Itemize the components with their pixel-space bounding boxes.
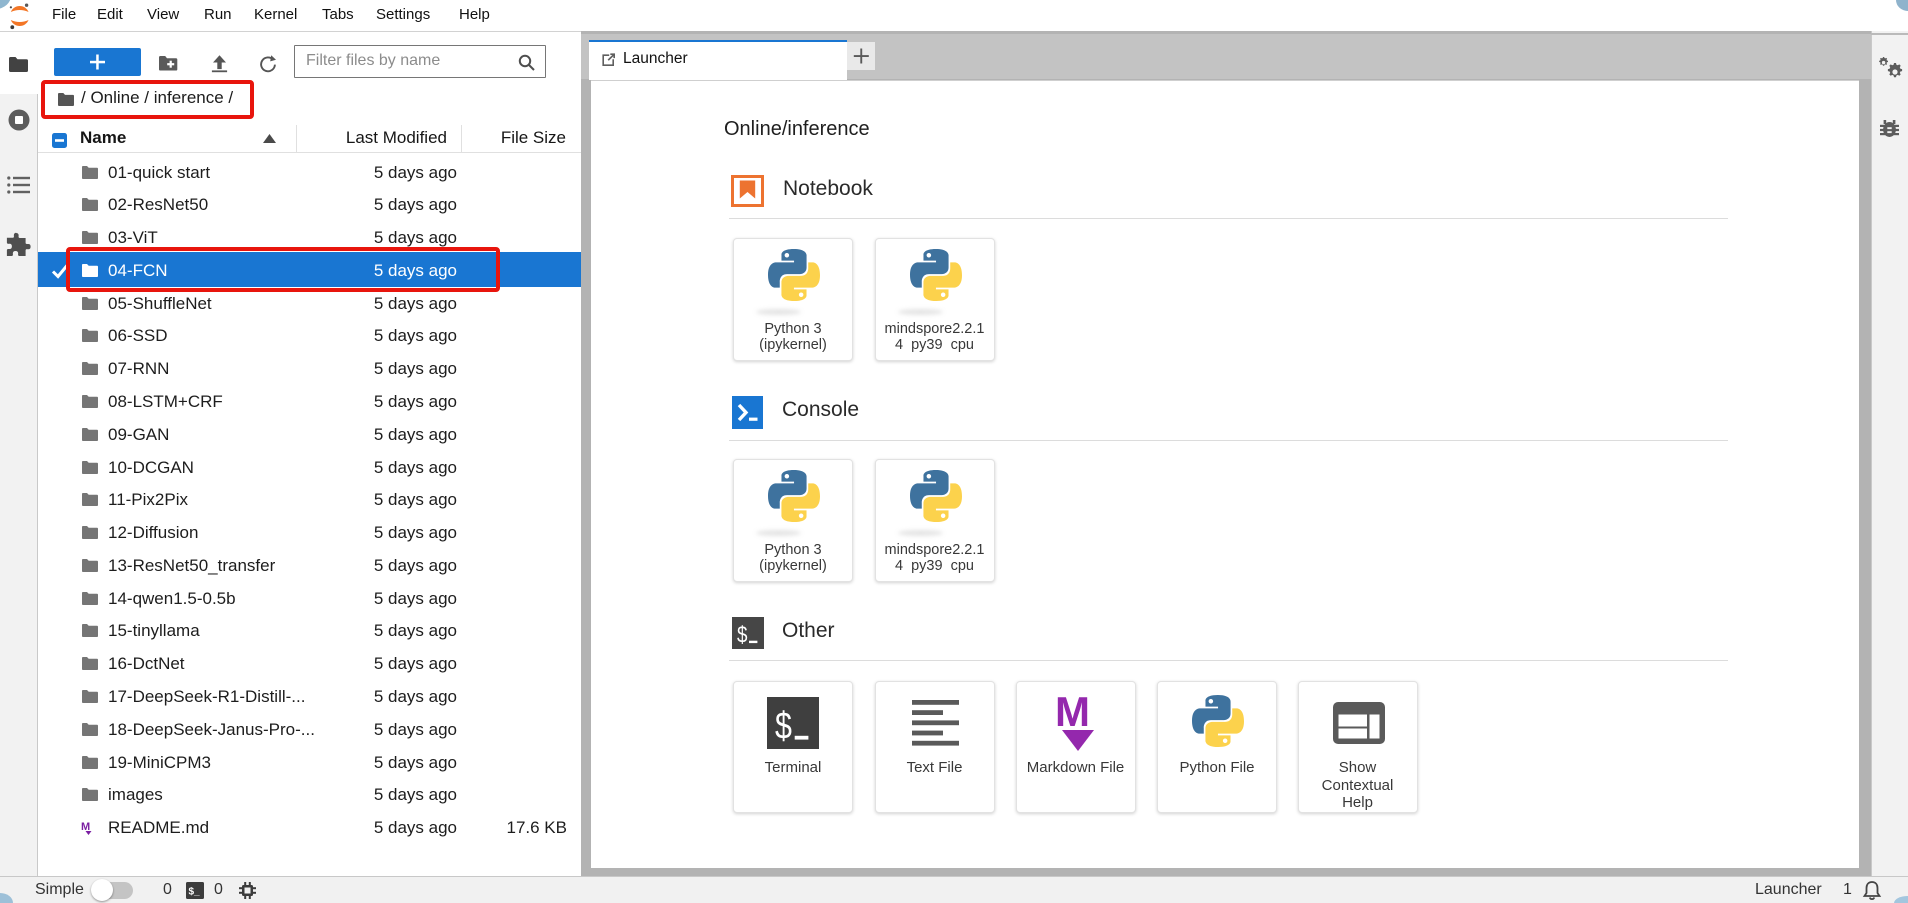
svg-text:$_: $_: [189, 887, 201, 898]
svg-text:$: $: [737, 621, 748, 648]
svg-text:$: $: [775, 705, 792, 747]
svg-text:M: M: [1055, 696, 1090, 735]
